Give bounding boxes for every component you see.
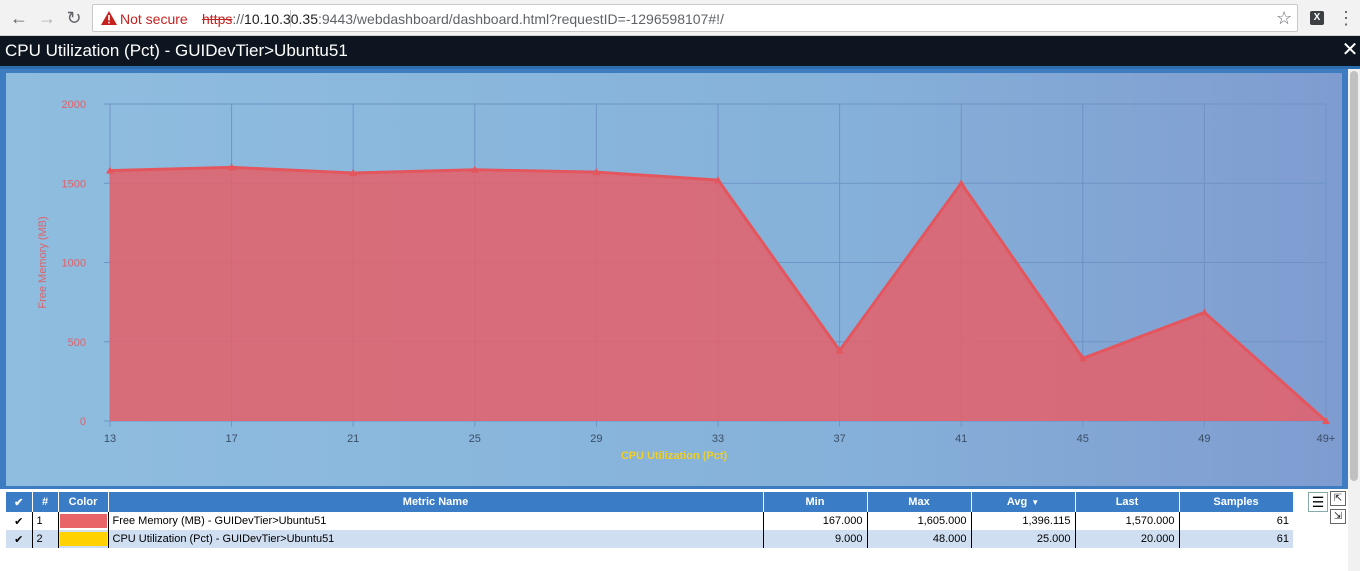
browser-toolbar: ← → ↻ Not secure https://10.10.30.35:944… — [0, 0, 1360, 36]
url-separator: :// — [232, 11, 245, 27]
sort-desc-icon: ▼ — [1031, 498, 1040, 507]
bookmark-star-icon[interactable]: ☆ — [1276, 9, 1294, 27]
x-tick-label: 49+ — [1317, 433, 1336, 445]
url-path: :9443/webdashboard/dashboard.html?reques… — [318, 11, 724, 27]
row-samples: 61 — [1179, 512, 1293, 530]
forward-icon[interactable]: → — [36, 7, 58, 29]
reload-icon[interactable]: ↻ — [63, 7, 85, 29]
x-tick-label: 17 — [225, 433, 237, 445]
metrics-table: ✔ # Color Metric Name Min Max Avg ▼ Last … — [6, 492, 1294, 548]
x-tick-label: 29 — [590, 433, 602, 445]
y-tick-label: 2000 — [62, 99, 86, 111]
x-tick-label: 37 — [833, 433, 845, 445]
x-tick-label: 21 — [347, 433, 359, 445]
col-header-avg-label: Avg — [1006, 496, 1028, 508]
x-axis-label: CPU Utilization (Pct) — [621, 450, 728, 462]
row-metric-name: Free Memory (MB) - GUIDevTier>Ubuntu51 — [108, 512, 764, 530]
color-swatch — [59, 532, 107, 546]
table-header-row: ✔ # Color Metric Name Min Max Avg ▼ Last … — [6, 492, 1294, 512]
y-tick-label: 1000 — [62, 258, 86, 270]
close-icon[interactable]: ✕ — [1341, 39, 1359, 61]
row-max: 48.000 — [867, 530, 972, 548]
col-header-avg[interactable]: Avg ▼ — [971, 492, 1076, 512]
warning-icon — [101, 11, 117, 25]
col-header-metric-name[interactable]: Metric Name — [108, 492, 764, 512]
y-tick-label: 1500 — [62, 178, 86, 190]
url-scheme: https — [202, 11, 233, 27]
x-tick-label: 45 — [1077, 433, 1089, 445]
vertical-scrollbar[interactable] — [1348, 69, 1360, 571]
address-bar[interactable]: Not secure https://10.10.30.35:9443/webd… — [92, 4, 1298, 32]
area-series — [110, 167, 1326, 421]
x-tick-label: 33 — [712, 433, 724, 445]
row-avg: 1,396.115 — [971, 512, 1076, 530]
area-chart: 0 500 1000 1500 2000 13 17 21 25 29 33 37 41 45 49 49+ F… — [37, 99, 1336, 462]
col-header-last[interactable]: Last — [1075, 492, 1180, 512]
row-color-cell — [58, 530, 109, 548]
y-axis-label: Free Memory (MB) — [37, 216, 49, 308]
row-last: 20.000 — [1075, 530, 1180, 548]
modal-title: CPU Utilization (Pct) - GUIDevTier>Ubunt… — [5, 41, 348, 60]
scrollbar-thumb[interactable] — [1350, 71, 1358, 481]
y-tick-label: 0 — [80, 416, 86, 428]
y-tick-label: 500 — [68, 337, 86, 349]
x-tick-label: 25 — [469, 433, 481, 445]
row-last: 1,570.000 — [1075, 512, 1180, 530]
browser-menu-icon[interactable]: ⋮ — [1337, 8, 1355, 28]
table-row[interactable]: ✔ 1 Free Memory (MB) - GUIDevTier>Ubuntu… — [6, 512, 1293, 530]
row-index: 2 — [32, 530, 59, 548]
collapse-icon[interactable]: ⇲ — [1330, 509, 1346, 524]
row-check-icon[interactable]: ✔ — [6, 530, 33, 548]
color-swatch — [59, 514, 107, 528]
row-max: 1,605.000 — [867, 512, 972, 530]
x-tick-label: 49 — [1198, 433, 1210, 445]
row-metric-name: CPU Utilization (Pct) - GUIDevTier>Ubunt… — [108, 530, 764, 548]
row-check-icon[interactable]: ✔ — [6, 512, 33, 530]
metrics-table-panel: ✔ # Color Metric Name Min Max Avg ▼ Last … — [0, 489, 1348, 571]
row-index: 1 — [32, 512, 59, 530]
col-header-samples[interactable]: Samples — [1179, 492, 1294, 512]
column-menu-icon[interactable]: ☰ — [1308, 492, 1328, 512]
row-min: 9.000 — [763, 530, 868, 548]
col-header-min[interactable]: Min — [763, 492, 868, 512]
table-row[interactable]: ✔ 2 CPU Utilization (Pct) - GUIDevTier>U… — [6, 530, 1293, 548]
x-tick-label: 13 — [104, 433, 116, 445]
col-header-color[interactable]: Color — [58, 492, 109, 512]
chart-panel: 0 500 1000 1500 2000 13 17 21 25 29 33 37 41 45 49 49+ F… — [0, 69, 1348, 489]
modal-title-bar: CPU Utilization (Pct) - GUIDevTier>Ubunt… — [0, 36, 1360, 66]
url-host: 10.10.30.35 — [244, 11, 318, 27]
row-samples: 61 — [1179, 530, 1293, 548]
col-header-max[interactable]: Max — [867, 492, 972, 512]
row-min: 167.000 — [763, 512, 868, 530]
url-text[interactable]: https://10.10.30.35:9443/webdashboard/da… — [202, 11, 724, 27]
col-header-index[interactable]: # — [32, 492, 59, 512]
select-all-check-icon[interactable]: ✔ — [6, 492, 33, 512]
extension-icon[interactable]: X — [1310, 11, 1324, 25]
row-avg: 25.000 — [971, 530, 1076, 548]
row-color-cell — [58, 512, 109, 530]
back-icon[interactable]: ← — [8, 7, 30, 29]
x-tick-label: 41 — [955, 433, 967, 445]
not-secure-label[interactable]: Not secure — [120, 11, 188, 27]
expand-icon[interactable]: ⇱ — [1330, 491, 1346, 506]
